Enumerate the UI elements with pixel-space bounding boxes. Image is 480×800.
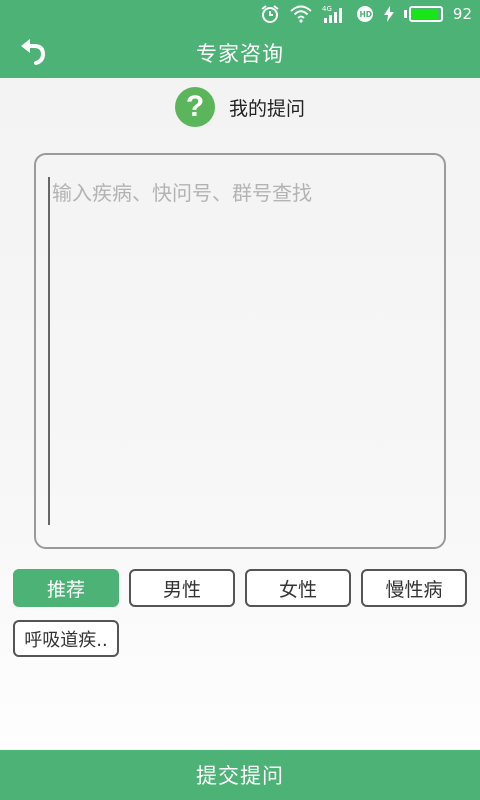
back-arrow-icon	[17, 37, 47, 69]
hd-icon: HD	[356, 5, 374, 23]
my-question-heading: ? 我的提问	[0, 86, 480, 128]
question-icon: ?	[174, 87, 215, 127]
tag-male[interactable]: 男性	[129, 569, 235, 607]
alarm-icon	[260, 4, 280, 24]
status-bar: 4G HD 92	[0, 0, 480, 28]
submit-button-label: 提交提问	[196, 764, 284, 788]
tag-recommended[interactable]: 推荐	[13, 569, 119, 607]
section-title: 我的提问	[228, 97, 305, 120]
battery-icon	[403, 6, 443, 22]
question-box	[34, 153, 446, 549]
question-input[interactable]	[48, 177, 432, 525]
tag-female[interactable]: 女性	[245, 569, 351, 607]
wifi-icon	[290, 5, 312, 23]
back-button[interactable]	[14, 36, 50, 70]
signal-4g-icon: 4G	[322, 4, 346, 24]
tag-respiratory-disease[interactable]: 呼吸道疾..	[13, 620, 119, 657]
page-title: 专家咨询	[196, 42, 284, 66]
battery-fill	[411, 9, 438, 19]
submit-question-button[interactable]: 提交提问	[0, 750, 480, 800]
battery-level-text: 92	[452, 5, 472, 23]
svg-text:HD: HD	[359, 10, 372, 19]
tag-chronic-disease[interactable]: 慢性病	[361, 569, 467, 607]
svg-text:4G: 4G	[322, 5, 332, 13]
charging-icon	[383, 6, 394, 22]
app-header: 专家咨询	[0, 28, 480, 78]
